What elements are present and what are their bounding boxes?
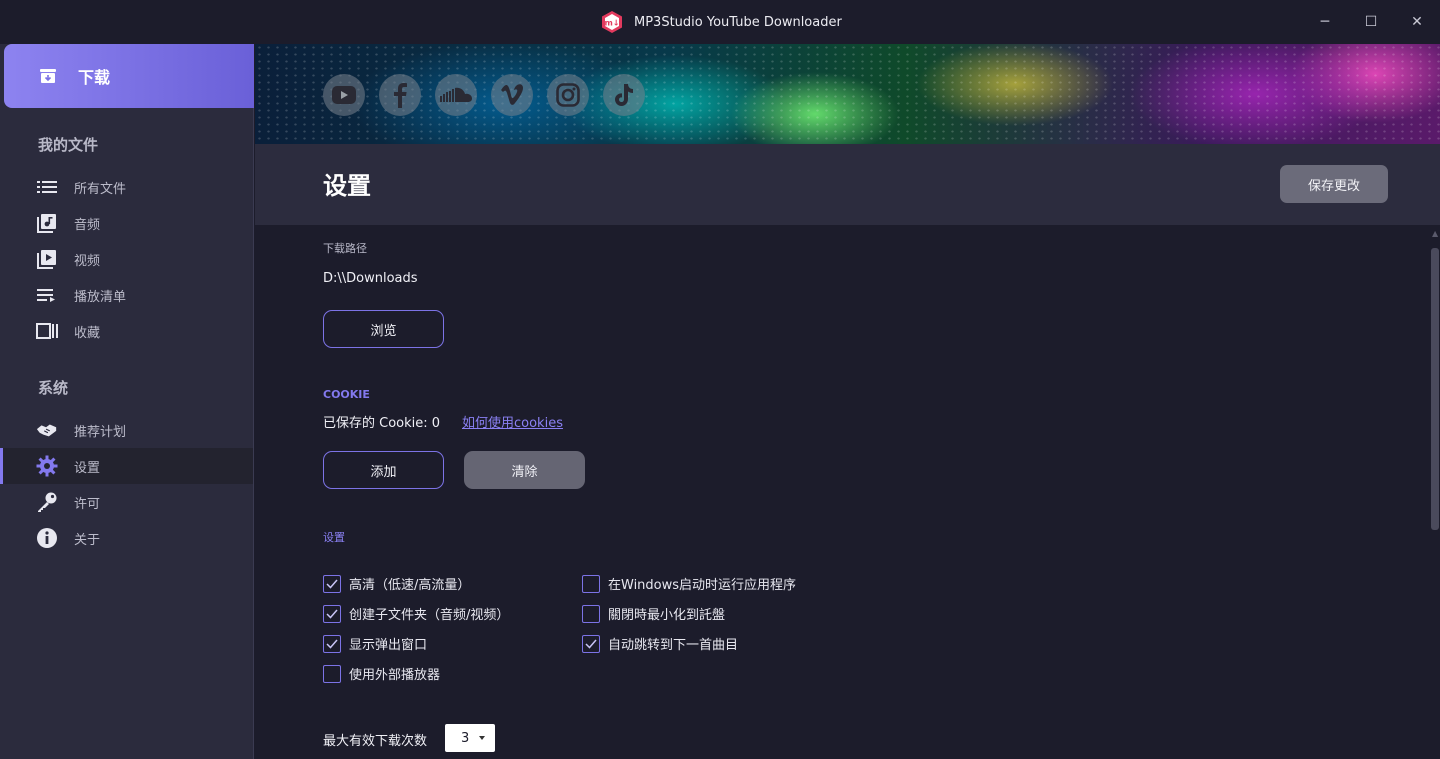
- key-icon: [36, 491, 58, 513]
- clear-cookie-button[interactable]: 清除: [464, 451, 585, 489]
- option-hd[interactable]: 高清（低速/高流量）: [323, 574, 470, 593]
- option-subfolders[interactable]: 创建子文件夹（音频/视频）: [323, 604, 509, 623]
- max-downloads-value: 3: [461, 730, 470, 746]
- sidebar-item-label: 所有文件: [74, 181, 127, 197]
- checkbox-checked[interactable]: [323, 574, 341, 593]
- scroll-up-arrow-icon[interactable]: ▲: [1432, 229, 1438, 241]
- checkbox-checked[interactable]: [323, 604, 341, 623]
- minimize-button[interactable]: ─: [1311, 8, 1339, 36]
- sidebar-item-collection[interactable]: 收藏: [0, 313, 253, 349]
- sidebar-item-video[interactable]: 视频: [0, 241, 253, 277]
- sidebar-item-audio[interactable]: 音频: [0, 205, 253, 241]
- sidebar-item-playlist[interactable]: 播放清单: [0, 277, 253, 313]
- sidebar-item-license[interactable]: 许可: [0, 484, 253, 520]
- soundcloud-icon[interactable]: [435, 74, 477, 116]
- browse-button[interactable]: 浏览: [323, 310, 444, 348]
- option-label: 使用外部播放器: [349, 668, 441, 683]
- my-files-heading: 我的文件: [38, 136, 99, 154]
- page-title: 设置: [323, 172, 371, 200]
- option-label: 自动跳转到下一首曲目: [608, 638, 739, 653]
- cookie-heading: COOKIE: [323, 388, 370, 401]
- option-popup[interactable]: 显示弹出窗口: [323, 634, 427, 653]
- tiktok-icon[interactable]: [603, 74, 645, 116]
- settings-header: 设置 保存更改: [255, 144, 1440, 225]
- banner: [255, 44, 1440, 144]
- max-downloads-select[interactable]: 3: [445, 724, 495, 752]
- checkbox-checked[interactable]: [582, 634, 600, 653]
- close-button[interactable]: ✕: [1403, 8, 1431, 36]
- title-bar: m↓ MP3Studio YouTube Downloader ─ ☐ ✕: [0, 0, 1440, 44]
- cookie-help-link[interactable]: 如何使用cookies: [462, 412, 563, 431]
- checkbox-unchecked[interactable]: [582, 574, 600, 593]
- video-play-icon: [36, 248, 58, 270]
- sidebar-item-all-files[interactable]: 所有文件: [0, 169, 253, 205]
- app-title: MP3Studio YouTube Downloader: [634, 14, 842, 30]
- option-label: 高清（低速/高流量）: [349, 578, 471, 593]
- youtube-icon[interactable]: [323, 74, 365, 116]
- sidebar-item-label: 收藏: [74, 325, 101, 341]
- option-label: 创建子文件夹（音频/视频）: [349, 608, 510, 623]
- info-icon: [36, 527, 58, 549]
- option-run-at-startup[interactable]: 在Windows启动时运行应用程序: [582, 574, 796, 593]
- option-auto-next-track[interactable]: 自动跳转到下一首曲目: [582, 634, 738, 653]
- app-logo-icon: m↓: [602, 11, 622, 33]
- sidebar-item-label: 推荐计划: [74, 424, 127, 440]
- sidebar-item-about[interactable]: 关于: [0, 520, 253, 556]
- collection-icon: [36, 320, 58, 342]
- download-tab[interactable]: 下载: [4, 44, 254, 108]
- option-minimize-to-tray[interactable]: 關閉時最小化到託盤: [582, 604, 725, 623]
- options-heading: 设置: [323, 531, 345, 544]
- title-group: m↓ MP3Studio YouTube Downloader: [600, 10, 842, 34]
- chevron-down-icon: [479, 736, 486, 740]
- maximize-button[interactable]: ☐: [1357, 8, 1385, 36]
- sidebar-item-label: 关于: [74, 532, 101, 548]
- option-label: 在Windows启动时运行应用程序: [608, 578, 797, 593]
- sidebar: 下载 我的文件 所有文件 音频 视频 播放清单 收藏 系统 推荐计划 设置 许可…: [0, 44, 254, 759]
- scrollbar-thumb[interactable]: [1431, 248, 1439, 530]
- option-label: 显示弹出窗口: [349, 638, 428, 653]
- music-note-icon: [36, 212, 58, 234]
- checkbox-unchecked[interactable]: [323, 664, 341, 683]
- download-box-icon: [40, 69, 56, 83]
- playlist-icon: [36, 284, 58, 306]
- svg-text:m↓: m↓: [604, 19, 619, 28]
- list-icon: [36, 176, 58, 198]
- checkbox-checked[interactable]: [323, 634, 341, 653]
- instagram-icon[interactable]: [547, 74, 589, 116]
- download-path-label: 下载路径: [323, 242, 367, 255]
- facebook-icon[interactable]: [379, 74, 421, 116]
- sidebar-item-label: 许可: [74, 496, 101, 512]
- sidebar-item-referral[interactable]: 推荐计划: [0, 412, 253, 448]
- vimeo-icon[interactable]: [491, 74, 533, 116]
- download-path-value: D:\\Downloads: [323, 271, 418, 286]
- option-label: 關閉時最小化到託盤: [608, 608, 726, 623]
- add-cookie-button[interactable]: 添加: [323, 451, 444, 489]
- sidebar-item-label: 视频: [74, 253, 101, 269]
- settings-content: 下载路径 D:\\Downloads 浏览 COOKIE 已保存的 Cookie…: [255, 225, 1440, 759]
- sidebar-item-label: 设置: [74, 460, 101, 476]
- save-changes-button[interactable]: 保存更改: [1280, 165, 1388, 203]
- sidebar-item-label: 播放清单: [74, 289, 127, 305]
- system-heading: 系统: [38, 379, 69, 397]
- sidebar-item-label: 音频: [74, 217, 101, 233]
- cookie-saved-count: 已保存的 Cookie: 0: [323, 416, 441, 431]
- checkbox-unchecked[interactable]: [582, 604, 600, 623]
- option-external-player[interactable]: 使用外部播放器: [323, 664, 440, 683]
- gear-icon: [36, 455, 58, 477]
- handshake-icon: [36, 419, 58, 441]
- sidebar-item-settings[interactable]: 设置: [0, 448, 253, 484]
- max-downloads-label: 最大有效下载次数: [323, 734, 428, 749]
- download-tab-label: 下载: [78, 68, 111, 87]
